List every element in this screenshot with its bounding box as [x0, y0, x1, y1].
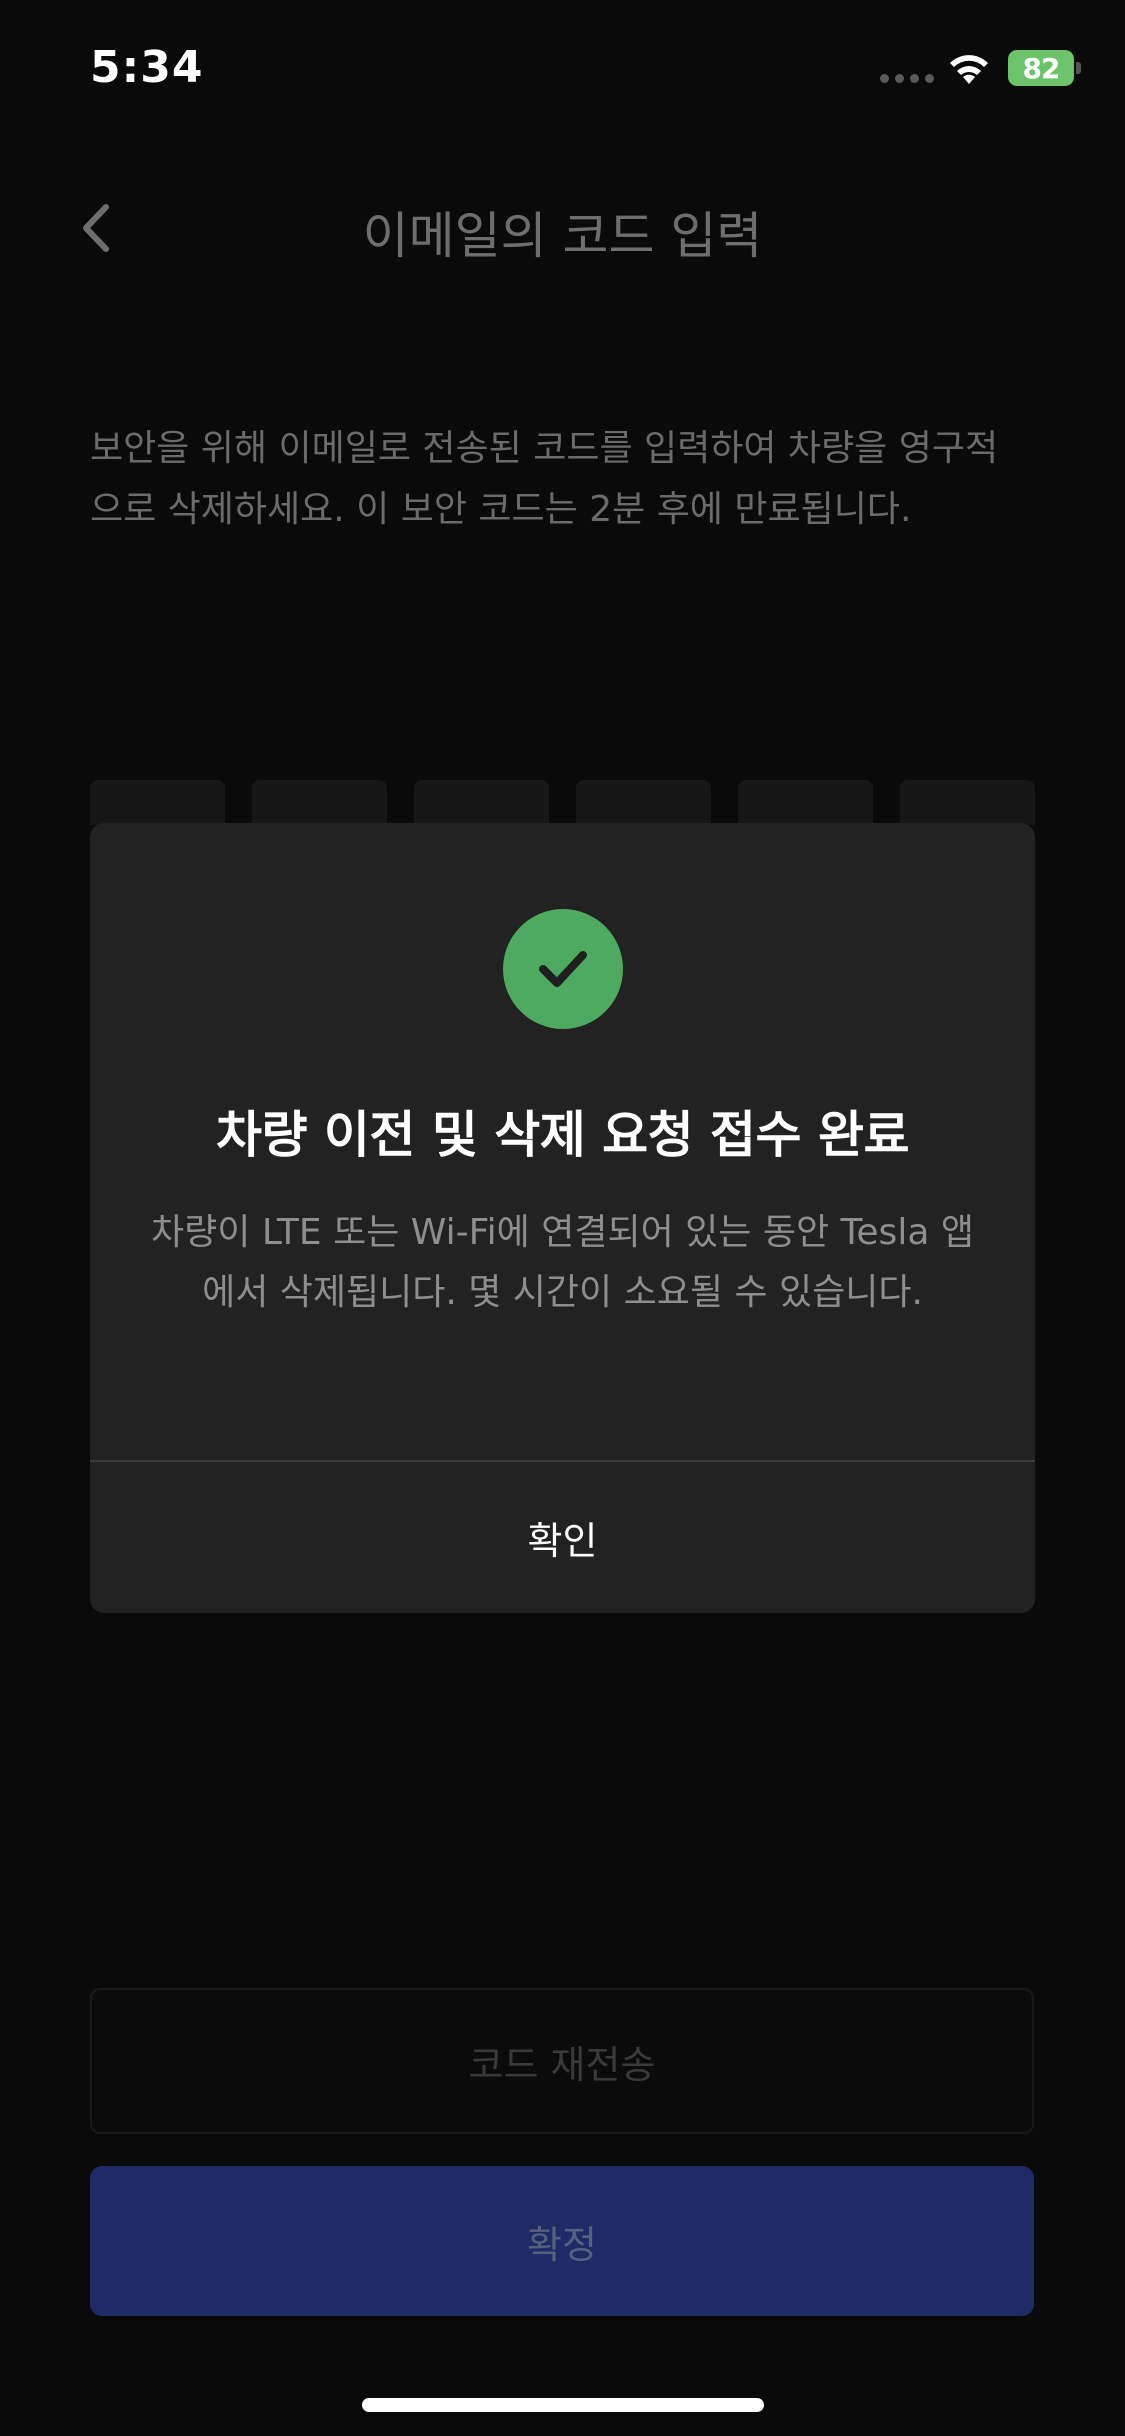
- resend-code-label: 코드 재전송: [468, 2042, 656, 2087]
- code-input-group: [90, 780, 1035, 825]
- success-dialog: 차량 이전 및 삭제 요청 접수 완료 차량이 LTE 또는 Wi-Fi에 연결…: [90, 823, 1035, 1613]
- code-digit-input[interactable]: [252, 780, 387, 825]
- code-digit-input[interactable]: [738, 780, 873, 825]
- dialog-ok-label: 확인: [527, 1519, 598, 1563]
- dialog-message: 차량이 LTE 또는 Wi-Fi에 연결되어 있는 동안 Tesla 앱에서 삭…: [151, 1212, 974, 1313]
- code-digit-input[interactable]: [414, 780, 549, 825]
- checkmark-icon: [539, 951, 587, 987]
- checkmark-circle-icon: [503, 909, 623, 1029]
- dialog-title: 차량 이전 및 삭제 요청 접수 완료: [216, 1106, 909, 1164]
- code-digit-input[interactable]: [576, 780, 711, 825]
- dialog-ok-button[interactable]: 확인: [90, 1462, 1035, 1613]
- page-title: 이메일의 코드 입력: [362, 207, 763, 265]
- description-text: 보안을 위해 이메일로 전송된 코드를 입력하여 차량을 영구적으로 삭제하세요…: [90, 428, 999, 530]
- home-indicator[interactable]: [362, 2398, 764, 2412]
- confirm-label: 확정: [527, 2222, 597, 2267]
- resend-code-button[interactable]: 코드 재전송: [90, 1988, 1034, 2134]
- confirm-button[interactable]: 확정: [90, 2166, 1034, 2316]
- code-digit-input[interactable]: [900, 780, 1035, 825]
- code-digit-input[interactable]: [90, 780, 225, 825]
